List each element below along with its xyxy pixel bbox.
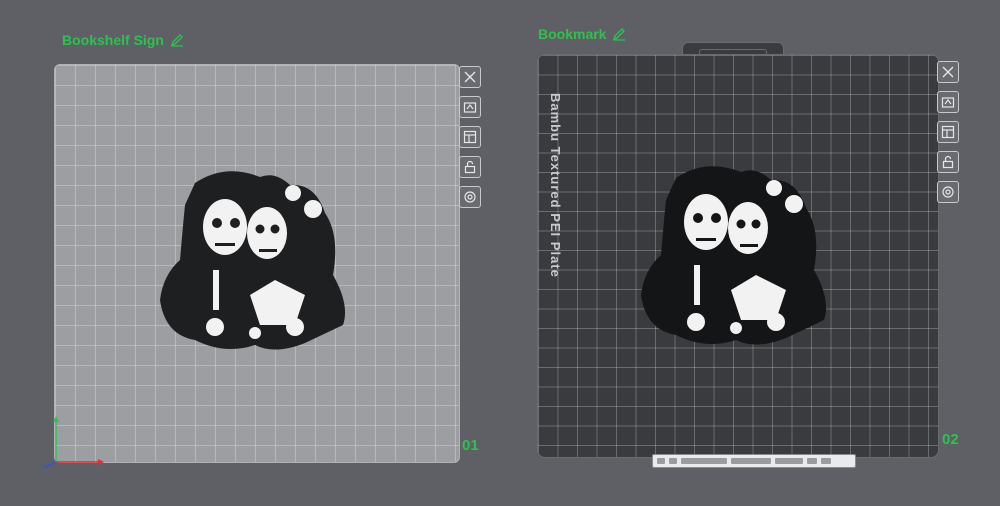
orient-icon[interactable] — [459, 126, 481, 148]
skeleton-couple-model-2[interactable] — [636, 160, 836, 350]
plate-type-label: Bambu Textured PEI Plate — [548, 93, 563, 278]
axis-gizmo-icon — [43, 416, 104, 469]
skeleton-couple-model-1[interactable] — [155, 165, 355, 355]
auto-arrange-icon[interactable] — [459, 96, 481, 118]
auto-arrange-icon[interactable] — [937, 91, 959, 113]
plate-1-title[interactable]: Bookshelf Sign — [62, 32, 184, 48]
lock-icon[interactable] — [459, 156, 481, 178]
settings-icon[interactable] — [459, 186, 481, 208]
pencil-icon[interactable] — [170, 33, 184, 47]
close-icon[interactable] — [459, 66, 481, 88]
plate-1-toolbar — [459, 66, 481, 208]
plate-1-name: Bookshelf Sign — [62, 32, 164, 48]
settings-icon[interactable] — [937, 181, 959, 203]
plate-2-number: 02 — [942, 431, 959, 448]
pencil-icon[interactable] — [612, 27, 626, 41]
plate-2-toolbar — [937, 61, 959, 203]
close-icon[interactable] — [937, 61, 959, 83]
lock-icon[interactable] — [937, 151, 959, 173]
plate-1-number: 01 — [462, 437, 479, 454]
plate-2-info-strip — [652, 454, 856, 468]
orient-icon[interactable] — [937, 121, 959, 143]
